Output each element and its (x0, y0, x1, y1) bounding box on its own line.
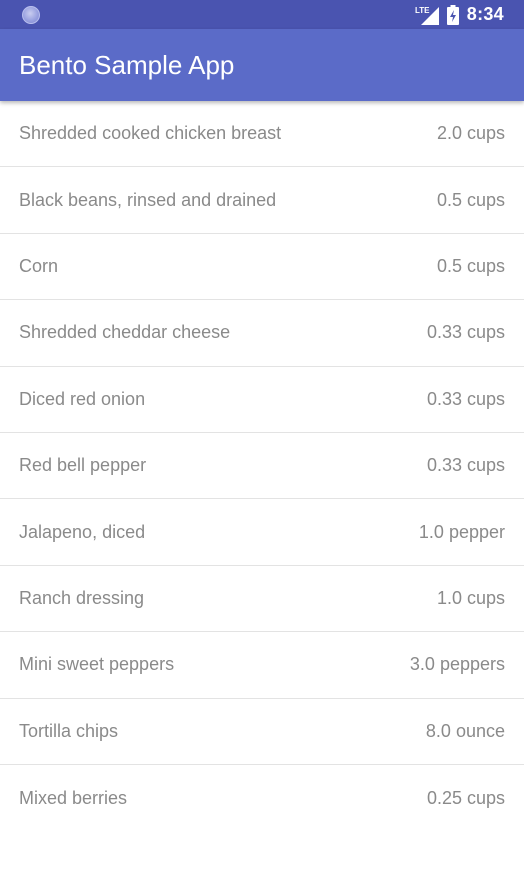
ingredient-name: Ranch dressing (19, 587, 145, 608)
ingredient-name: Mixed berries (19, 787, 128, 808)
ingredient-quantity: 1.0 pepper (418, 521, 505, 542)
ingredient-quantity: 0.5 cups (436, 189, 505, 210)
app-title: Bento Sample App (19, 49, 235, 80)
ingredient-name: Shredded cooked chicken breast (19, 123, 282, 144)
ingredient-name: Corn (19, 255, 59, 276)
status-left (22, 5, 40, 24)
list-item[interactable]: Tortilla chips 8.0 ounce (0, 699, 524, 765)
status-clock: 8:34 (466, 4, 504, 24)
list-item[interactable]: Ranch dressing 1.0 cups (0, 566, 524, 633)
lte-signal-icon: LTE (415, 6, 439, 25)
ingredient-name: Jalapeno, diced (19, 521, 146, 542)
ingredient-name: Shredded cheddar cheese (19, 322, 231, 343)
list-item[interactable]: Mini sweet peppers 3.0 peppers (0, 632, 524, 699)
list-item[interactable]: Black beans, rinsed and drained 0.5 cups (0, 167, 524, 234)
app-bar: Bento Sample App (0, 29, 524, 101)
notification-dot-icon (22, 5, 40, 24)
network-label: LTE (415, 6, 430, 15)
ingredient-quantity: 1.0 cups (436, 587, 505, 608)
list-item[interactable]: Jalapeno, diced 1.0 pepper (0, 499, 524, 566)
ingredient-name: Black beans, rinsed and drained (19, 189, 277, 210)
ingredient-name: Tortilla chips (19, 720, 119, 741)
ingredient-quantity: 0.25 cups (426, 787, 505, 808)
ingredient-quantity: 0.33 cups (426, 455, 505, 476)
list-item[interactable]: Diced red onion 0.33 cups (0, 367, 524, 433)
ingredient-quantity: 3.0 peppers (409, 654, 505, 675)
ingredient-quantity: 0.33 cups (426, 322, 505, 343)
list-item[interactable]: Red bell pepper 0.33 cups (0, 433, 524, 500)
ingredient-name: Red bell pepper (19, 455, 147, 476)
status-bar: LTE 8:34 (0, 0, 524, 29)
ingredient-quantity: 8.0 ounce (425, 720, 505, 741)
ingredient-list: Shredded cooked chicken breast 2.0 cups … (0, 101, 524, 831)
ingredient-name: Diced red onion (19, 388, 146, 409)
list-item[interactable]: Corn 0.5 cups (0, 234, 524, 301)
ingredient-quantity: 0.33 cups (426, 388, 505, 409)
list-item[interactable]: Shredded cooked chicken breast 2.0 cups (0, 101, 524, 168)
ingredient-name: Mini sweet peppers (19, 654, 175, 675)
ingredient-quantity: 2.0 cups (436, 123, 505, 144)
list-item[interactable]: Mixed berries 0.25 cups (0, 765, 524, 831)
list-item[interactable]: Shredded cheddar cheese 0.33 cups (0, 300, 524, 367)
status-right: LTE 8:34 (415, 4, 504, 25)
ingredient-quantity: 0.5 cups (436, 255, 505, 276)
battery-charging-icon (446, 4, 459, 25)
